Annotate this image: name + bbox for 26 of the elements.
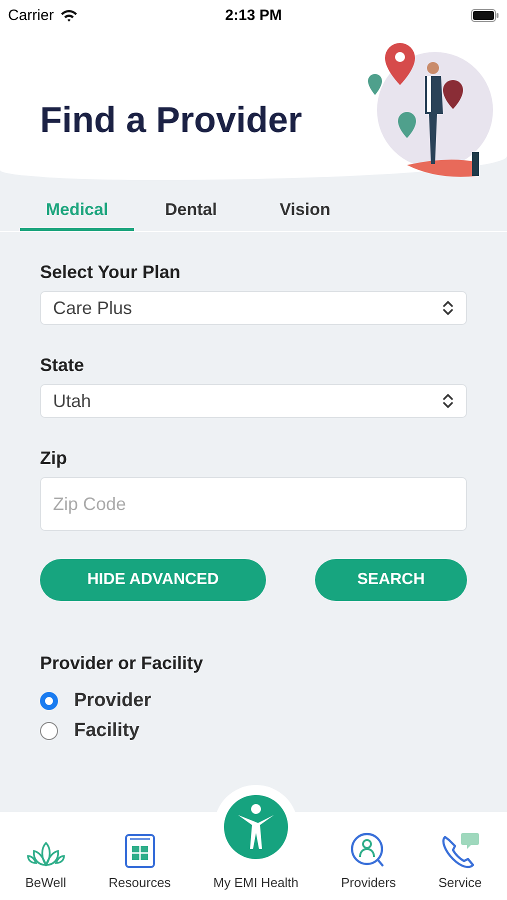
zip-input-field[interactable]: Zip Code: [40, 477, 467, 531]
carrier-label: Carrier: [8, 6, 54, 24]
field-label: Zip: [40, 448, 67, 469]
radio-label[interactable]: Provider: [74, 690, 152, 712]
lotus-icon: [26, 839, 66, 869]
battery-icon: [471, 8, 499, 22]
tab-bar-item[interactable]: Providers: [340, 831, 396, 890]
select-field[interactable]: Utah: [40, 384, 467, 418]
select-field[interactable]: Care Plus: [40, 291, 467, 325]
chevron-icon: [442, 393, 454, 409]
status-time: 2:13 PM: [225, 6, 282, 24]
radio-label[interactable]: Facility: [74, 720, 140, 742]
radio-button[interactable]: [40, 722, 58, 740]
field-label: Provider or Facility: [40, 653, 204, 674]
tab-bar-item[interactable]: Service: [438, 831, 482, 890]
category-tab[interactable]: Dental: [134, 194, 248, 231]
chevron-icon: [442, 300, 454, 316]
category-tab[interactable]: Vision: [248, 194, 362, 231]
radio-button[interactable]: [40, 692, 58, 710]
field-label: Select Your Plan: [40, 262, 180, 283]
calculator-icon: [124, 833, 156, 869]
page-title: Find a Provider: [40, 99, 302, 141]
tab-bar-item[interactable]: Resources: [108, 833, 171, 890]
tab-bar-item[interactable]: BeWell: [25, 839, 66, 890]
field-label: State: [40, 355, 84, 376]
wifi-icon: [60, 8, 78, 22]
